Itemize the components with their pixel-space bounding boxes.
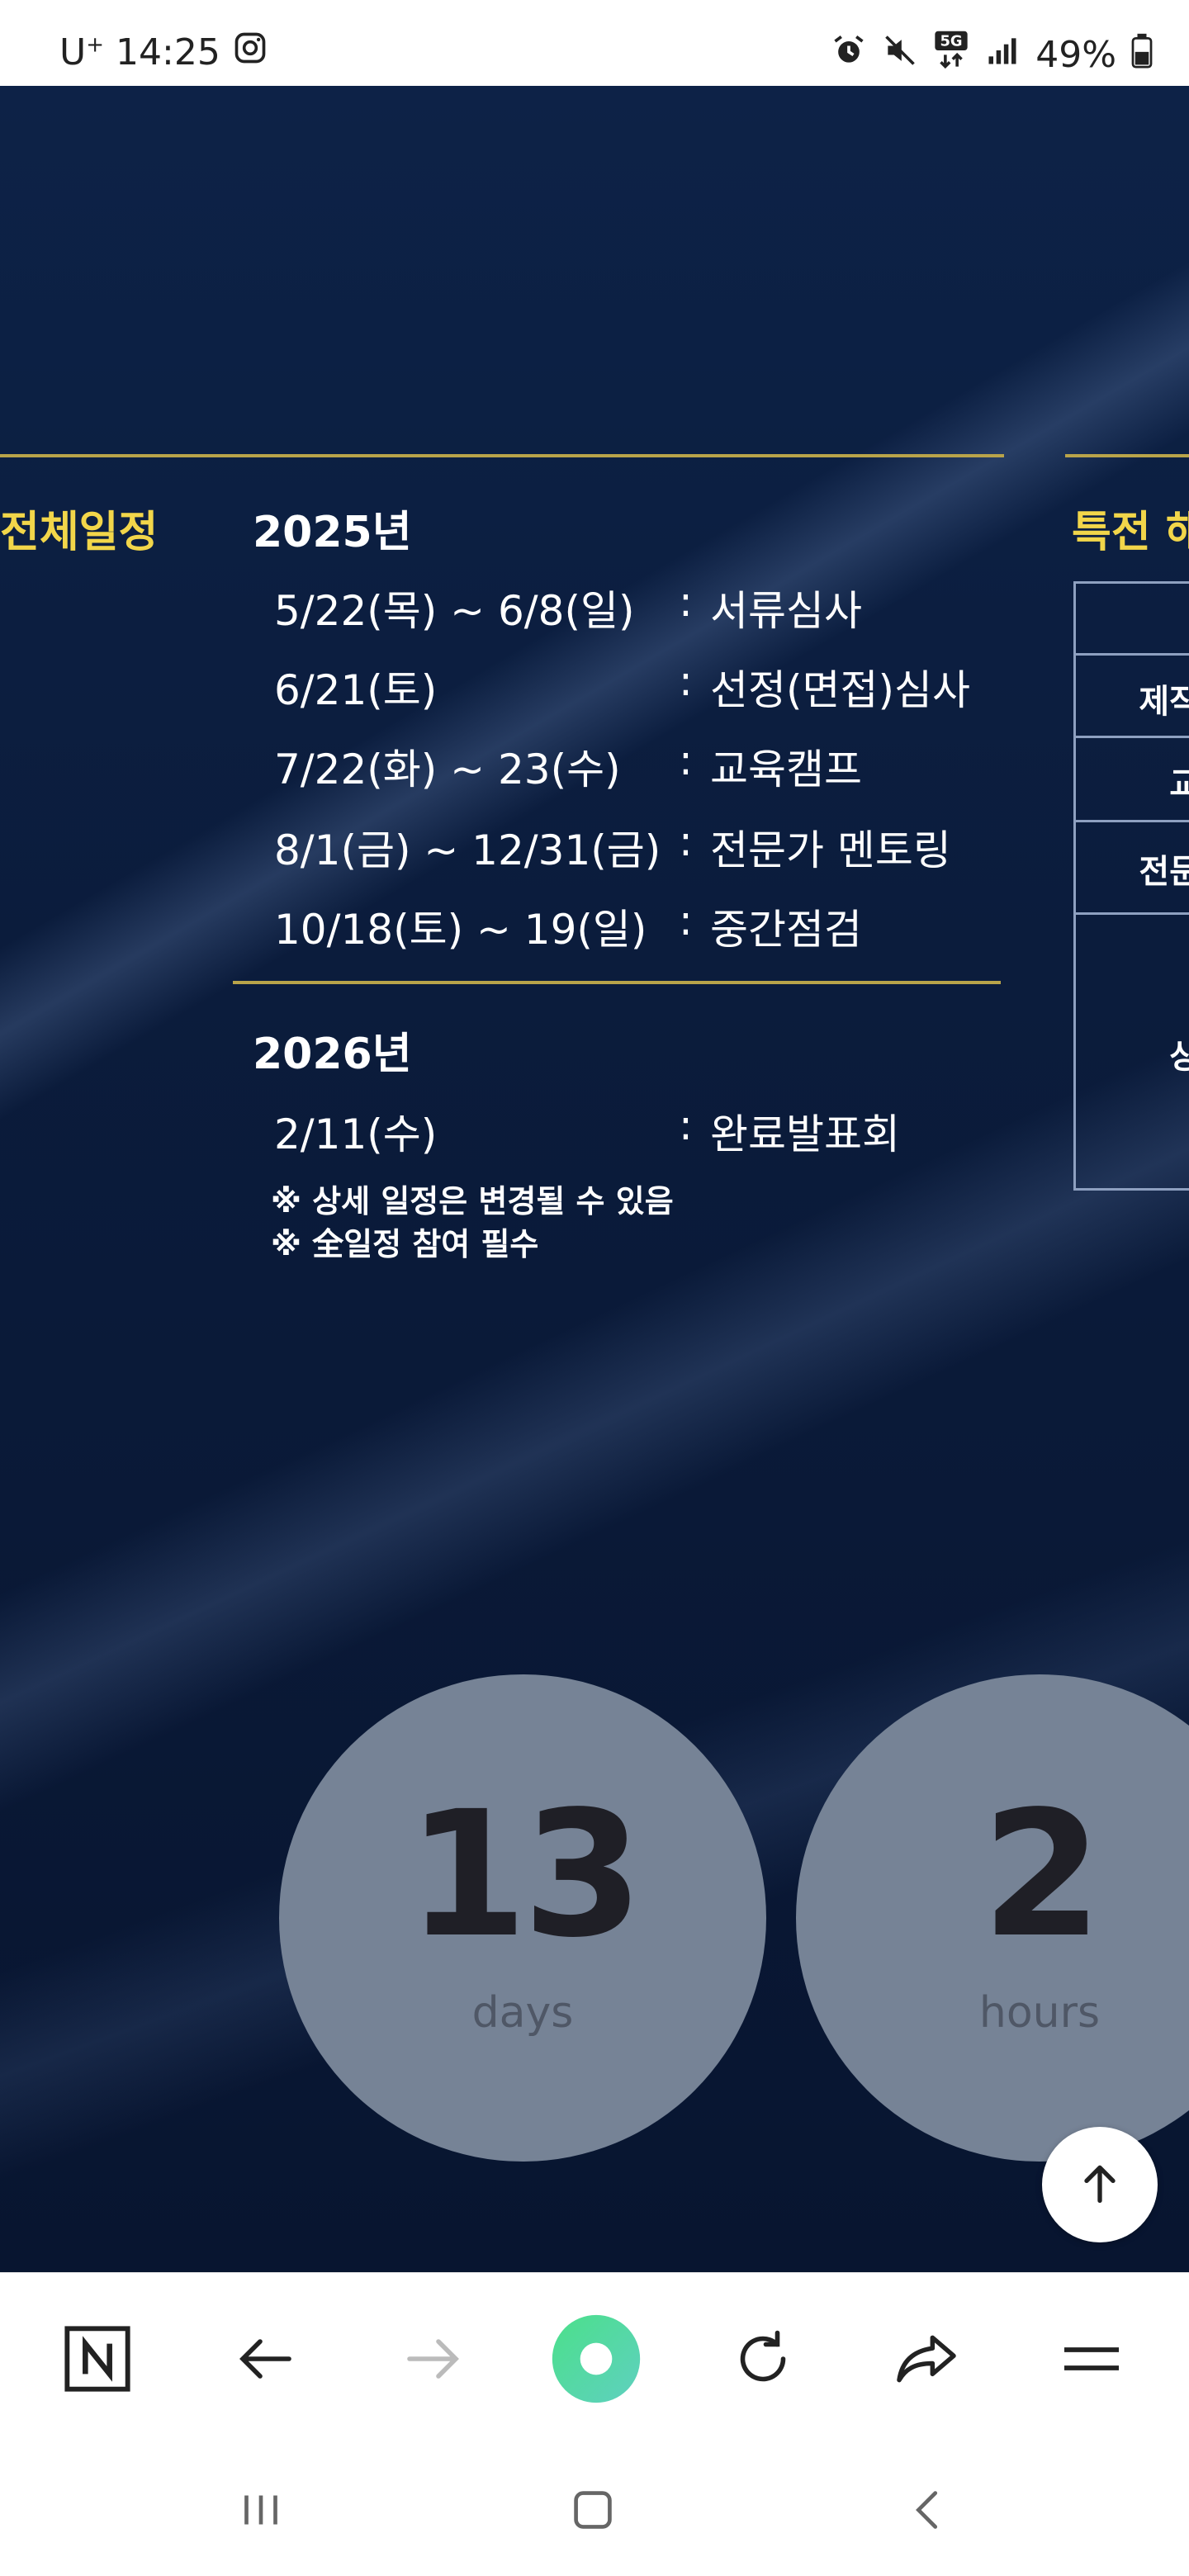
5g-icon: 5G — [933, 30, 969, 80]
mid-rule — [233, 981, 1001, 984]
schedule-note: ※ 全일정 참여 필수 — [271, 1226, 539, 1262]
schedule-event: 중간점검 — [710, 906, 862, 954]
back-button[interactable] — [225, 2319, 307, 2402]
mute-icon — [882, 32, 918, 78]
share-button[interactable] — [885, 2319, 968, 2402]
status-bar: U+ 14:25 5G 49% — [0, 0, 1189, 86]
status-left: U+ 14:25 — [59, 30, 268, 75]
year-2026-heading: 2026년 — [253, 1030, 412, 1079]
schedule-colon: : — [679, 578, 693, 626]
browser-toolbar — [0, 2272, 1189, 2438]
forward-button[interactable] — [391, 2319, 474, 2402]
battery-percent: 49% — [1035, 34, 1116, 76]
arrow-up-icon — [1073, 2157, 1126, 2213]
table-cell: 제작 — [1139, 683, 1189, 721]
countdown-days-label: days — [471, 1988, 574, 2038]
table-divider — [1076, 912, 1189, 915]
schedule-event: 선정(면접)심사 — [710, 666, 971, 714]
forward-arrow-icon — [398, 2324, 467, 2397]
naver-home-button[interactable] — [56, 2319, 139, 2402]
year-2025-heading: 2025년 — [253, 508, 412, 557]
table-cell: 전문 — [1139, 853, 1189, 891]
benefits-table: 제작 교 전문 상 — [1073, 581, 1189, 1191]
table-divider — [1076, 736, 1189, 738]
schedule-event: 교육캠프 — [710, 746, 862, 793]
schedule-colon: : — [679, 1101, 693, 1149]
svg-text:5G: 5G — [940, 33, 963, 50]
back-arrow-icon — [231, 2324, 301, 2397]
menu-icon — [1055, 2323, 1128, 2398]
share-icon — [890, 2323, 963, 2398]
scroll-to-top-button[interactable] — [1042, 2127, 1158, 2242]
schedule-event: 완료발표회 — [710, 1110, 900, 1158]
status-right: 5G 49% — [831, 30, 1153, 80]
schedule-event: 서류심사 — [710, 587, 862, 635]
schedule-date: 8/1(금) ~ 12/31(금) — [274, 826, 661, 874]
schedule-colon: : — [679, 736, 693, 784]
table-cell: 상 — [1169, 1038, 1189, 1076]
top-rule-left — [0, 454, 1004, 457]
countdown-hours-value: 2 — [981, 1773, 1102, 1976]
battery-icon — [1131, 32, 1153, 78]
schedule-date: 5/22(목) ~ 6/8(일) — [274, 587, 635, 635]
alarm-icon — [831, 32, 867, 78]
signal-icon — [984, 32, 1021, 78]
home-button[interactable] — [552, 2470, 634, 2553]
table-divider — [1076, 653, 1189, 656]
schedule-colon: : — [679, 897, 693, 945]
instagram-icon — [232, 30, 268, 75]
event-schedule-page: 전체일정 2025년 5/22(목) ~ 6/8(일) : 서류심사 6/21(… — [0, 86, 1189, 2272]
table-divider — [1076, 820, 1189, 822]
green-dot-button[interactable] — [548, 2313, 644, 2408]
back-icon — [899, 2481, 957, 2542]
countdown-hours: 2 hours — [796, 1674, 1189, 2162]
schedule-date: 7/22(화) ~ 23(수) — [274, 746, 621, 793]
clock: 14:25 — [116, 31, 220, 73]
schedule-section-title: 전체일정 — [0, 508, 159, 557]
system-navigation-bar — [0, 2437, 1189, 2576]
benefits-title: 특전 해 — [1072, 508, 1189, 557]
schedule-colon: : — [679, 817, 693, 865]
table-cell: 교 — [1169, 765, 1189, 803]
refresh-button[interactable] — [722, 2319, 804, 2402]
carrier-label: U+ — [59, 31, 105, 73]
green-dot-icon — [548, 2311, 644, 2410]
home-icon — [564, 2481, 622, 2542]
countdown-hours-label: hours — [978, 1988, 1101, 2038]
countdown-days-value: 13 — [406, 1773, 643, 1976]
schedule-date: 2/11(수) — [274, 1110, 438, 1158]
recent-apps-icon — [232, 2481, 290, 2542]
schedule-note: ※ 상세 일정은 변경될 수 있음 — [271, 1183, 674, 1219]
schedule-event: 전문가 멘토링 — [710, 826, 951, 874]
recent-apps-button[interactable] — [220, 2470, 302, 2553]
menu-button[interactable] — [1050, 2319, 1133, 2402]
schedule-date: 6/21(토) — [274, 666, 438, 714]
schedule-colon: : — [679, 657, 693, 705]
countdown-days: 13 days — [279, 1674, 766, 2162]
refresh-icon — [728, 2324, 798, 2397]
system-back-button[interactable] — [887, 2470, 969, 2553]
top-rule-right — [1065, 454, 1189, 457]
schedule-date: 10/18(토) ~ 19(일) — [274, 906, 647, 954]
naver-home-icon — [61, 2323, 134, 2398]
